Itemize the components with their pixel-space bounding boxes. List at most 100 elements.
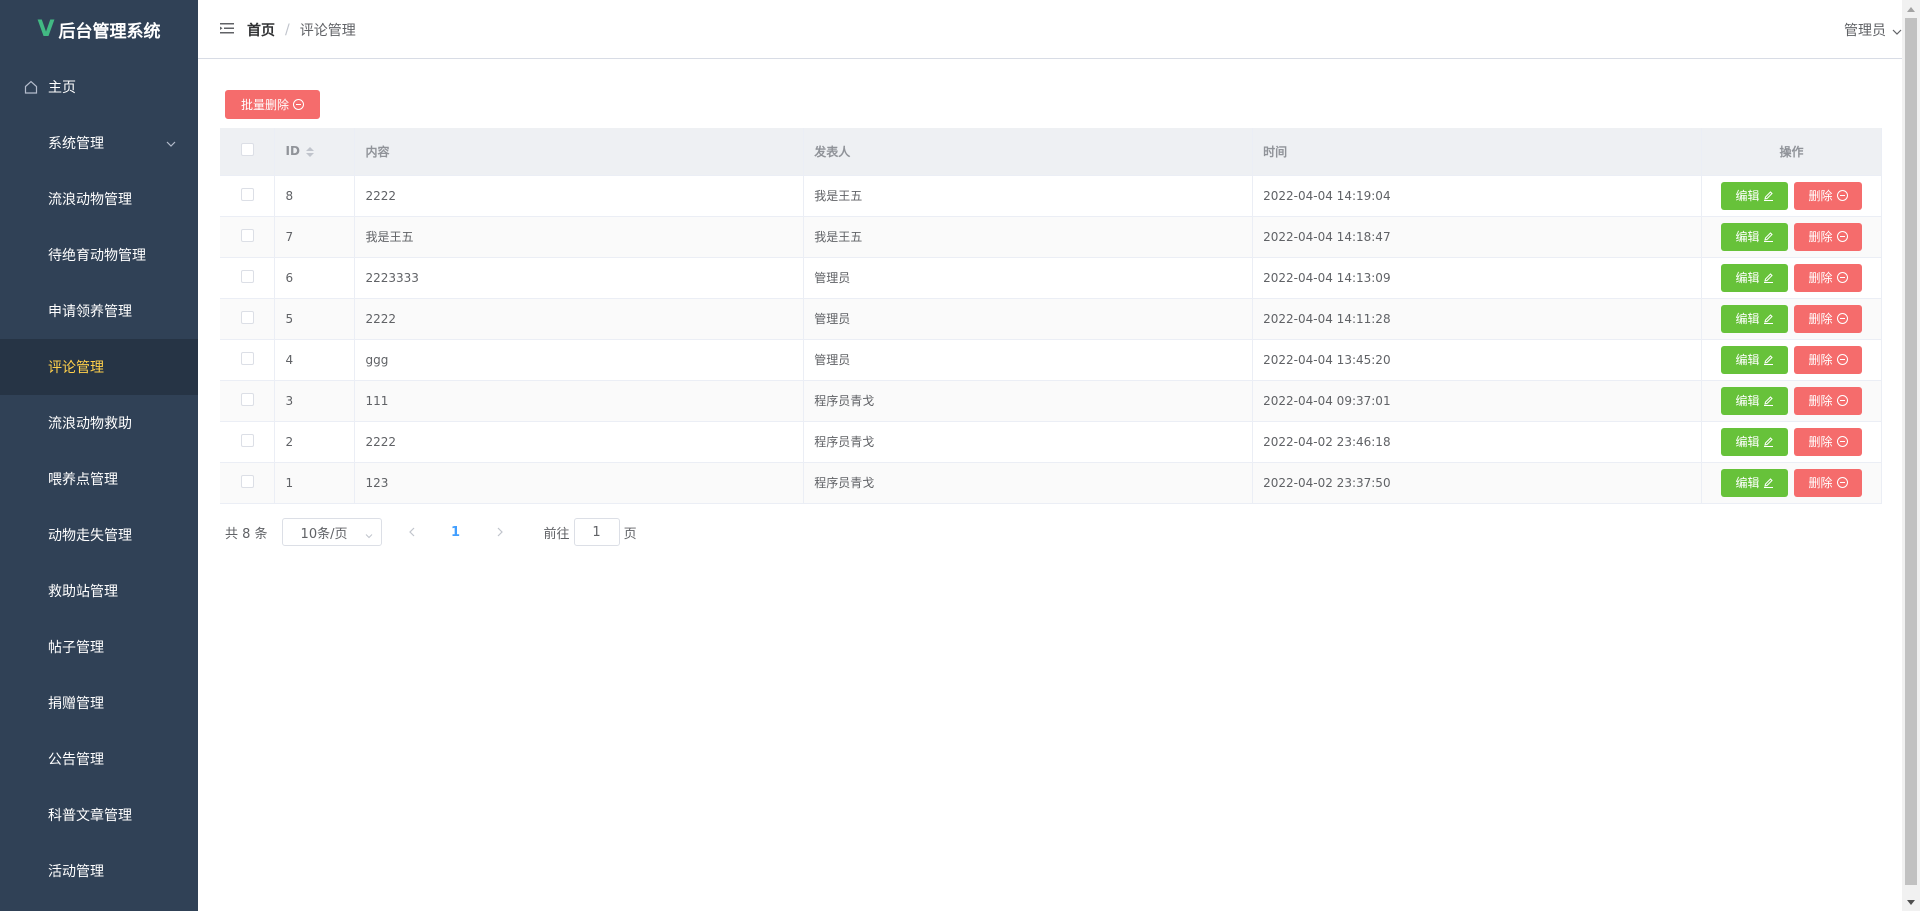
next-page-button[interactable]: [486, 518, 514, 546]
sidebar-item-6[interactable]: 流浪动物救助: [0, 395, 198, 451]
delete-button[interactable]: 删除: [1794, 345, 1862, 374]
cell-content: 123: [354, 462, 805, 504]
sidebar-item-5[interactable]: 评论管理: [0, 339, 198, 395]
grid-icon: [24, 472, 38, 486]
edit-button[interactable]: 编辑: [1721, 263, 1789, 292]
cell-id: 6: [274, 257, 356, 299]
sidebar-item-7[interactable]: 喂养点管理: [0, 451, 198, 507]
row-checkbox[interactable]: [240, 187, 254, 201]
page-number-1[interactable]: 1: [442, 525, 470, 540]
edit-button[interactable]: 编辑: [1721, 386, 1789, 415]
sidebar-item-label: 主页: [48, 80, 76, 96]
breadcrumb-home[interactable]: 首页: [247, 20, 275, 40]
grid-icon: [24, 696, 38, 710]
remove-icon: [1836, 436, 1848, 447]
edit-button[interactable]: 编辑: [1721, 468, 1789, 497]
row-checkbox[interactable]: [240, 392, 254, 406]
select-all-checkbox[interactable]: [240, 143, 254, 157]
cell-id: 3: [274, 380, 356, 422]
sidebar-item-2[interactable]: 流浪动物管理: [0, 171, 198, 227]
delete-label: 删除: [1808, 394, 1833, 408]
sidebar-item-0[interactable]: 主页: [0, 59, 198, 115]
row-checkbox[interactable]: [240, 474, 254, 488]
grid-icon: [24, 808, 38, 822]
row-select-cell: [220, 216, 276, 258]
scroll-down-arrow-icon[interactable]: [1902, 894, 1920, 911]
grid-icon: [24, 864, 38, 878]
user-dropdown[interactable]: 管理员: [1844, 20, 1902, 40]
sidebar-item-1[interactable]: 系统管理: [0, 115, 198, 171]
sidebar-item-11[interactable]: 捐赠管理: [0, 675, 198, 731]
app-logo[interactable]: V 后台管理系统: [0, 0, 198, 59]
page-size-select[interactable]: 10条/页: [281, 518, 382, 546]
pagination-total: 共 8 条: [225, 526, 268, 542]
grid-icon: [24, 640, 38, 654]
sidebar-item-label: 救助站管理: [48, 584, 118, 600]
sidebar-item-10[interactable]: 帖子管理: [0, 619, 198, 675]
goto-page-input[interactable]: [573, 518, 620, 546]
cell-id: 4: [274, 339, 356, 381]
row-select-cell: [220, 339, 276, 381]
table-row: 6 2223333 管理员 2022-04-04 14:13:09 编辑 删除: [220, 257, 1883, 299]
sidebar-item-13[interactable]: 科普文章管理: [0, 787, 198, 843]
delete-button[interactable]: 删除: [1794, 222, 1862, 251]
remove-icon: [1836, 231, 1848, 242]
cell-ops: 编辑 删除: [1701, 298, 1883, 340]
sidebar-item-label: 科普文章管理: [48, 808, 132, 824]
page-scrollbar[interactable]: [1902, 0, 1920, 911]
row-checkbox[interactable]: [240, 433, 254, 447]
cell-author: 管理员: [803, 339, 1254, 381]
edit-button[interactable]: 编辑: [1721, 222, 1789, 251]
sidebar-item-label: 公告管理: [48, 752, 104, 768]
table-row: 1 123 程序员青戈 2022-04-02 23:37:50 编辑 删除: [220, 462, 1883, 504]
row-checkbox[interactable]: [240, 269, 254, 283]
grid-icon: [24, 752, 38, 766]
sidebar-item-8[interactable]: 动物走失管理: [0, 507, 198, 563]
column-header-id[interactable]: ID: [274, 128, 356, 176]
edit-button[interactable]: 编辑: [1721, 304, 1789, 333]
cell-content: ggg: [354, 339, 805, 381]
table-header-row: ID 内容 发表人 时间 操作: [220, 128, 1883, 176]
sidebar-item-9[interactable]: 救助站管理: [0, 563, 198, 619]
cell-time: 2022-04-04 13:45:20: [1252, 339, 1702, 381]
delete-button[interactable]: 删除: [1794, 468, 1862, 497]
sidebar-item-12[interactable]: 公告管理: [0, 731, 198, 787]
delete-button[interactable]: 删除: [1794, 427, 1862, 456]
row-checkbox[interactable]: [240, 228, 254, 242]
scrollbar-thumb[interactable]: [1905, 18, 1917, 885]
sort-caret-icon[interactable]: [305, 146, 314, 157]
delete-button[interactable]: 删除: [1794, 386, 1862, 415]
row-select-cell: [220, 298, 276, 340]
sidebar-item-14[interactable]: 活动管理: [0, 843, 198, 899]
edit-button[interactable]: 编辑: [1721, 345, 1789, 374]
edit-button[interactable]: 编辑: [1721, 181, 1789, 210]
sidebar-item-4[interactable]: 申请领养管理: [0, 283, 198, 339]
scroll-up-arrow-icon[interactable]: [1902, 0, 1920, 17]
table-row: 5 2222 管理员 2022-04-04 14:11:28 编辑 删除: [220, 298, 1883, 340]
grid-icon: [24, 360, 38, 374]
sidebar-item-label: 待绝育动物管理: [48, 248, 146, 264]
cell-id: 5: [274, 298, 356, 340]
table-row: 7 我是王五 我是王五 2022-04-04 14:18:47 编辑 删除: [220, 216, 1883, 258]
row-checkbox[interactable]: [240, 351, 254, 365]
batch-delete-button[interactable]: 批量删除: [225, 90, 321, 119]
edit-pencil-icon: [1763, 313, 1774, 324]
cell-content: 2222: [354, 175, 805, 217]
sidebar-item-label: 申请领养管理: [48, 304, 132, 320]
edit-pencil-icon: [1763, 477, 1774, 488]
edit-button[interactable]: 编辑: [1721, 427, 1789, 456]
delete-button[interactable]: 删除: [1794, 304, 1862, 333]
sidebar-item-3[interactable]: 待绝育动物管理: [0, 227, 198, 283]
row-checkbox[interactable]: [240, 310, 254, 324]
table-row: 4 ggg 管理员 2022-04-04 13:45:20 编辑 删除: [220, 339, 1883, 381]
batch-delete-label: 批量删除: [241, 98, 290, 112]
delete-button[interactable]: 删除: [1794, 181, 1862, 210]
delete-button[interactable]: 删除: [1794, 263, 1862, 292]
edit-label: 编辑: [1735, 476, 1760, 490]
remove-icon: [1836, 190, 1848, 201]
hamburger-icon[interactable]: [220, 22, 234, 35]
breadcrumb: 首页 / 评论管理: [247, 20, 356, 40]
sidebar-item-label: 评论管理: [48, 360, 104, 376]
goto-page: 前往 页: [544, 518, 637, 546]
prev-page-button[interactable]: [398, 518, 426, 546]
